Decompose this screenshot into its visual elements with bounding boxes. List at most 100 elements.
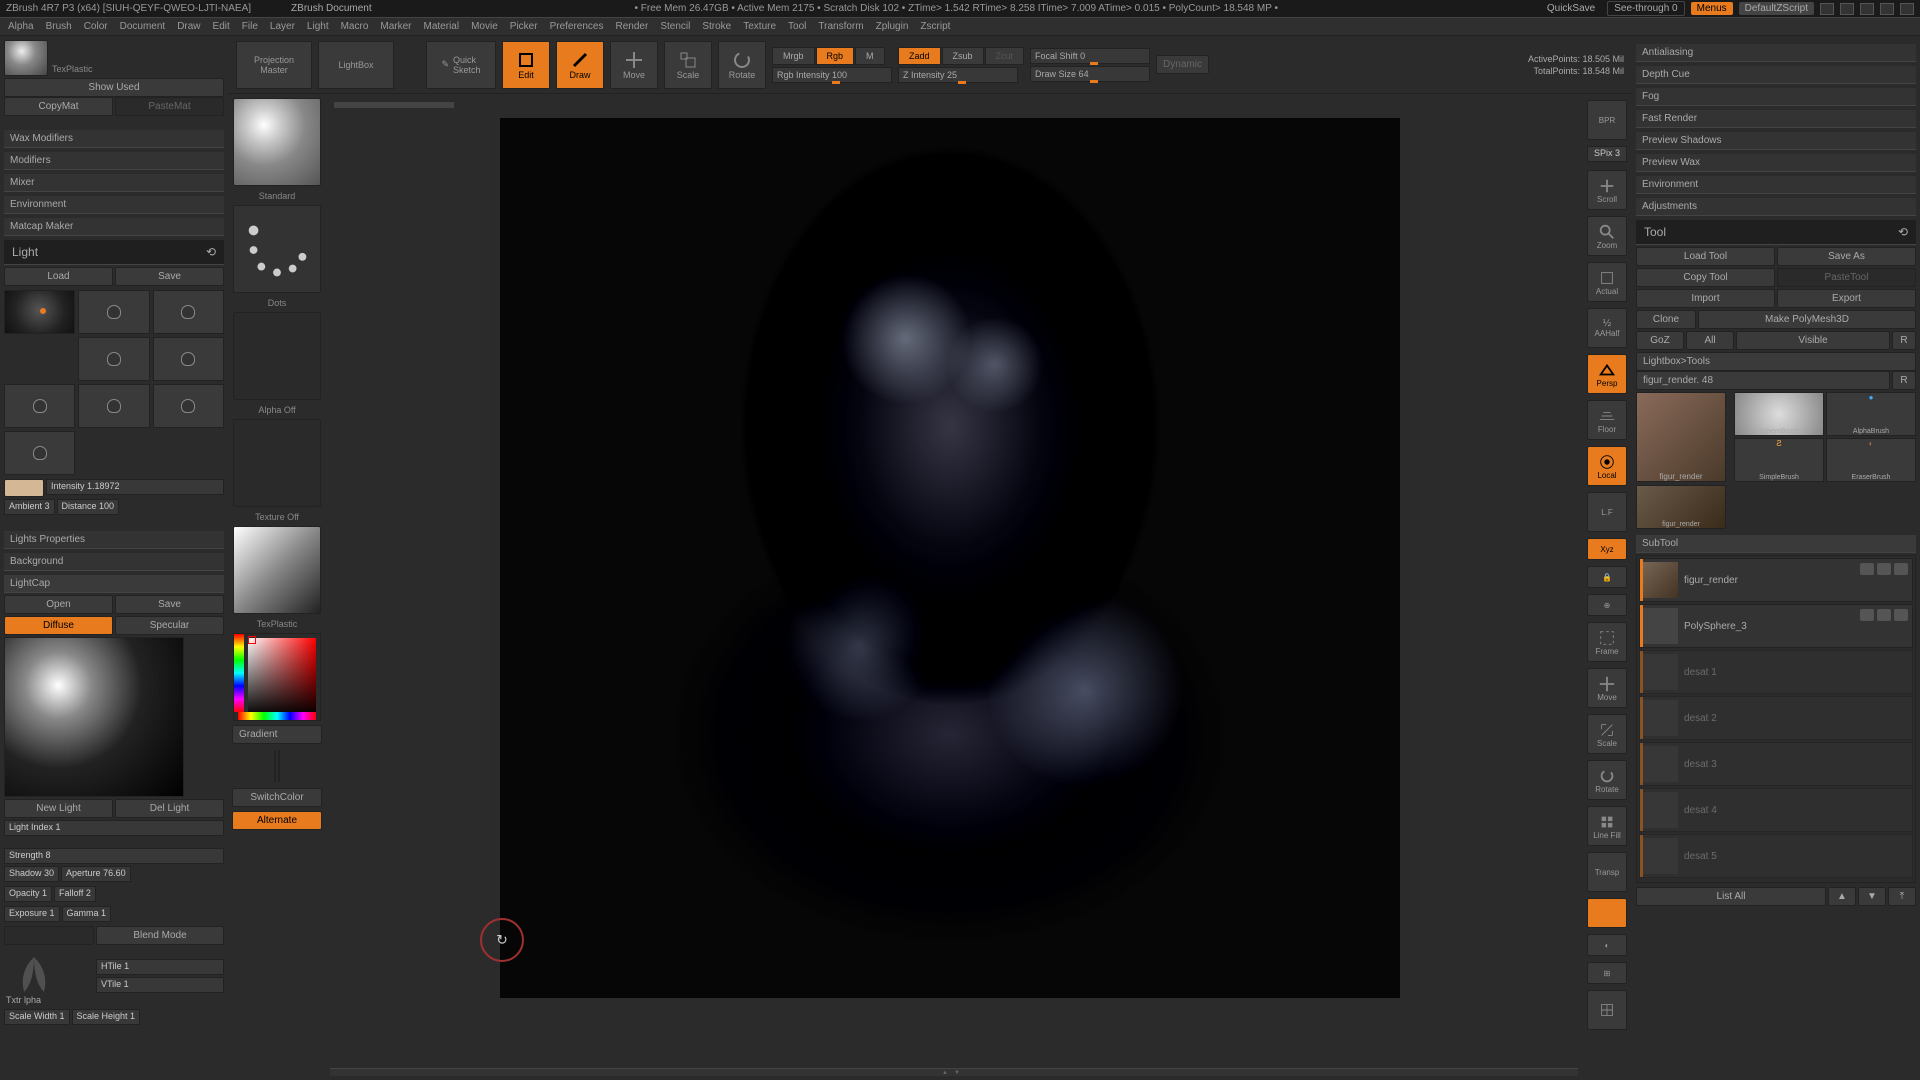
defaultscript-button[interactable]: DefaultZScript <box>1739 2 1814 15</box>
light-slot-5[interactable] <box>4 384 75 428</box>
quicksketch-button[interactable]: ✎Quick Sketch <box>426 41 496 89</box>
main-color-swatch[interactable] <box>274 750 276 782</box>
subtool-row-1[interactable]: PolySphere_3 <box>1639 604 1913 648</box>
render-previewshadows[interactable]: Preview Shadows <box>1636 132 1916 150</box>
htile-slider[interactable]: HTile 1 <box>96 959 224 975</box>
stroke-thumb[interactable] <box>233 205 321 293</box>
render-fastrender[interactable]: Fast Render <box>1636 110 1916 128</box>
opacity-slider[interactable]: Opacity 1 <box>4 886 52 902</box>
render-adjustments[interactable]: Adjustments <box>1636 198 1916 216</box>
draw-button[interactable]: Draw <box>556 41 604 89</box>
falloff-slider[interactable]: Falloff 2 <box>54 886 96 902</box>
focal-shift-slider[interactable]: Focal Shift 0 <box>1030 48 1150 64</box>
arrow-up-icon[interactable]: ▲ <box>1828 887 1856 906</box>
material-thumb[interactable] <box>4 40 48 76</box>
subtool-section[interactable]: SubTool <box>1636 535 1916 553</box>
alternate-button[interactable]: Alternate <box>232 811 322 830</box>
menu-light[interactable]: Light <box>307 21 329 32</box>
split-icon[interactable] <box>1820 3 1834 15</box>
spix-slider[interactable]: SPix 3 <box>1587 146 1627 162</box>
section-environment[interactable]: Environment <box>4 196 224 214</box>
tool-r[interactable]: R <box>1892 371 1916 390</box>
color-swatch[interactable] <box>4 926 94 945</box>
menu-brush[interactable]: Brush <box>46 21 72 32</box>
render-antialiasing[interactable]: Antialiasing <box>1636 44 1916 62</box>
switchcolor-button[interactable]: SwitchColor <box>232 788 322 807</box>
render-previewwax[interactable]: Preview Wax <box>1636 154 1916 172</box>
brush-icon[interactable] <box>1877 563 1891 575</box>
light-color-swatch[interactable] <box>4 479 44 497</box>
eye2-icon[interactable] <box>1894 563 1908 575</box>
zoom-button[interactable]: Zoom <box>1587 216 1627 256</box>
xyz-button[interactable]: Xyz <box>1587 538 1627 560</box>
aperture-slider[interactable]: Aperture 76.60 <box>61 866 131 882</box>
actual-button[interactable]: Actual <box>1587 262 1627 302</box>
zsub-button[interactable]: Zsub <box>942 47 984 65</box>
menu-edit[interactable]: Edit <box>213 21 230 32</box>
transp-button[interactable]: Transp <box>1587 852 1627 892</box>
showused-button[interactable]: Show Used <box>4 78 224 97</box>
goz-visible[interactable]: Visible <box>1736 331 1890 350</box>
polyf-button[interactable] <box>1587 990 1627 1030</box>
menus-button[interactable]: Menus <box>1691 2 1733 15</box>
draw-size-slider[interactable]: Draw Size 64 <box>1030 66 1150 82</box>
lightcap-preview[interactable] <box>4 637 184 797</box>
intensity-slider[interactable]: Intensity 1.18972 <box>46 479 224 495</box>
exposure-slider[interactable]: Exposure 1 <box>4 906 60 922</box>
ghost-button[interactable] <box>1587 898 1627 928</box>
quicksave-button[interactable]: QuickSave <box>1541 2 1601 15</box>
local-button[interactable]: Local <box>1587 446 1627 486</box>
menu-material[interactable]: Material <box>424 21 460 32</box>
pastemat-button[interactable]: PasteMat <box>115 97 224 116</box>
menu-color[interactable]: Color <box>84 21 108 32</box>
floor-button[interactable]: Floor <box>1587 400 1627 440</box>
shadow-slider[interactable]: Shadow 30 <box>4 866 59 882</box>
edit-button[interactable]: Edit <box>502 41 550 89</box>
solo-icon[interactable]: ◐ <box>1587 934 1627 956</box>
zadd-button[interactable]: Zadd <box>898 47 941 65</box>
persp-button[interactable]: Persp <box>1587 354 1627 394</box>
scroll-button[interactable]: Scroll <box>1587 170 1627 210</box>
lf-button[interactable]: L.F <box>1587 492 1627 532</box>
gamma-slider[interactable]: Gamma 1 <box>62 906 112 922</box>
tool-thumb-0[interactable]: figur_render <box>1636 392 1726 482</box>
lightbox-button[interactable]: LightBox <box>318 41 394 89</box>
light-slot-8[interactable] <box>4 431 75 475</box>
color-picker[interactable] <box>233 633 321 721</box>
target-icon[interactable]: ⊕ <box>1587 594 1627 616</box>
menu-zscript[interactable]: Zscript <box>920 21 950 32</box>
copymat-button[interactable]: CopyMat <box>4 97 113 116</box>
move-button[interactable]: Move <box>610 41 658 89</box>
subtool-row-2[interactable]: desat 1 <box>1639 650 1913 694</box>
tool-thumb-5[interactable]: figur_render <box>1636 485 1726 529</box>
load-tool[interactable]: Load Tool <box>1636 247 1775 266</box>
save-as[interactable]: Save As <box>1777 247 1916 266</box>
make-polymesh[interactable]: Make PolyMesh3D <box>1698 310 1916 329</box>
linefill-button[interactable]: Line Fill <box>1587 806 1627 846</box>
menu-macro[interactable]: Macro <box>341 21 369 32</box>
blendmode-button[interactable]: Blend Mode <box>96 926 224 945</box>
tool-thumb-2[interactable]: ƧSimpleBrush <box>1734 438 1824 482</box>
menu-stroke[interactable]: Stroke <box>702 21 731 32</box>
rgb-button[interactable]: Rgb <box>816 47 855 65</box>
menu-marker[interactable]: Marker <box>380 21 411 32</box>
copy-tool[interactable]: Copy Tool <box>1636 268 1775 287</box>
menu-stencil[interactable]: Stencil <box>660 21 690 32</box>
diffuse-tab[interactable]: Diffuse <box>4 616 113 635</box>
tool-thumb-4[interactable]: ◐EraserBrush <box>1826 438 1916 482</box>
viewport-handle[interactable] <box>330 1068 1578 1076</box>
subtool-row-0[interactable]: figur_render <box>1639 558 1913 602</box>
texture-thumb[interactable] <box>233 419 321 507</box>
light-panel-title[interactable]: Light⟲ <box>4 240 224 265</box>
restore-icon[interactable] <box>1880 3 1894 15</box>
menu-texture[interactable]: Texture <box>743 21 776 32</box>
frame-button[interactable]: Frame <box>1587 622 1627 662</box>
menu-picker[interactable]: Picker <box>510 21 538 32</box>
tool-thumb-3[interactable]: ●AlphaBrush <box>1826 392 1916 436</box>
light-slot-1[interactable] <box>78 290 149 334</box>
light-index-slider[interactable]: Light Index 1 <box>4 820 224 836</box>
lightbox-tools[interactable]: Lightbox>Tools <box>1636 352 1916 371</box>
menu-alpha[interactable]: Alpha <box>8 21 34 32</box>
eye-icon[interactable] <box>1860 563 1874 575</box>
menu-draw[interactable]: Draw <box>177 21 200 32</box>
